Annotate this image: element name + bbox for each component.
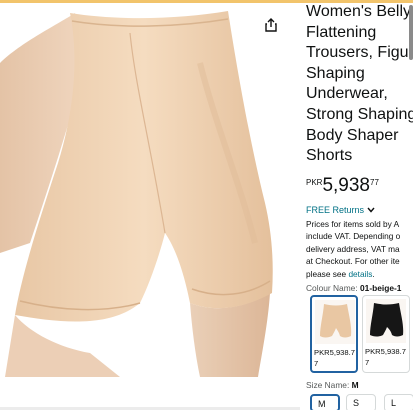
colour-label: Colour Name: (306, 283, 360, 293)
size-option-m[interactable]: M (310, 394, 340, 410)
colour-name-label: Colour Name: 01-beige-1 (306, 283, 401, 293)
vat-notice: Prices for items sold by A include VAT. … (306, 218, 413, 280)
size-label: Size Name: (306, 380, 352, 390)
colour-swatch-beige[interactable]: PKR5,938.7 7 (310, 295, 358, 373)
chevron-down-icon (367, 207, 375, 213)
product-title[interactable]: Women's Belly Flattening Trousers, Figur… (306, 2, 413, 167)
price-currency: PKR (306, 178, 323, 187)
free-returns-link[interactable]: FREE Returns (306, 205, 375, 215)
share-icon (265, 18, 277, 32)
product-price: PKR5,93877 (306, 176, 379, 196)
vat-notice-end: . (372, 268, 375, 279)
colour-swatch-black[interactable]: PKR5,938.7 7 (362, 295, 410, 373)
size-option-s[interactable]: S (346, 394, 376, 410)
product-image[interactable] (0, 3, 300, 377)
colour-value: 01-beige-1 (360, 283, 402, 293)
product-photo (0, 11, 273, 377)
swatch-thumbnail (366, 299, 406, 343)
size-option-l[interactable]: L (384, 394, 413, 410)
price-fraction: 77 (370, 178, 379, 187)
free-returns-label: FREE Returns (306, 205, 365, 215)
size-name-label: Size Name: M (306, 380, 359, 390)
swatch-price: PKR5,938.7 7 (314, 348, 355, 368)
size-value: M (351, 380, 359, 390)
details-link[interactable]: details (348, 269, 372, 279)
swatch-thumbnail (315, 300, 355, 344)
swatch-price: PKR5,938.7 7 (365, 347, 406, 367)
price-whole: 5,938 (322, 175, 370, 196)
product-info-panel: Women's Belly Flattening Trousers, Figur… (300, 0, 413, 410)
scrollbar[interactable] (409, 5, 413, 60)
share-button[interactable] (259, 13, 283, 37)
